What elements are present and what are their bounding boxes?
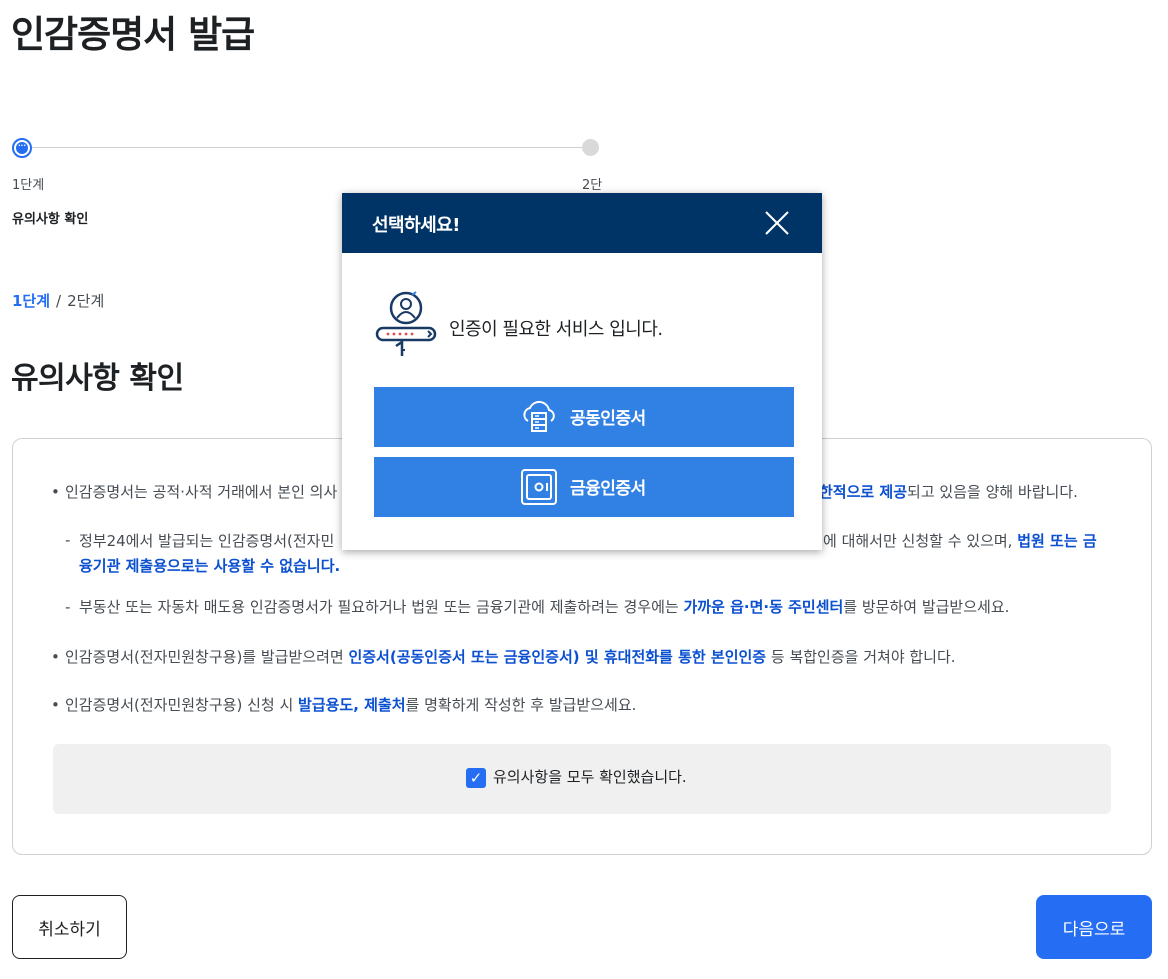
next-button[interactable]: 다음으로	[1036, 895, 1152, 959]
section-title: 유의사항 확인	[11, 361, 184, 396]
notice-text: 정부24에서 발급되는 인감증명서(전자민	[79, 532, 335, 550]
total-steps: 2단계	[67, 292, 105, 310]
ellipsis-icon: ···	[16, 142, 28, 154]
notice-text: 인감증명서(전자민원창구용) 신청 시	[65, 696, 299, 714]
notice-text: 되고 있음을 양해 바랍니다.	[907, 483, 1078, 501]
notice-item-1: 인감증명서는 공적·사적 거래에서 본인 의사	[65, 479, 337, 505]
notice-highlight: 인증서(공동인증서 또는 금융인증서) 및 휴대전화를 통한 본인인증	[348, 648, 767, 666]
modal-title: 선택하세요!	[372, 215, 461, 236]
joint-certificate-label: 공동인증서	[570, 409, 646, 429]
notice-item-5: 인감증명서(전자민원창구용) 신청 시 발급용도, 제출처를 명확하게 작성한 …	[65, 692, 636, 718]
modal-header: 선택하세요!	[342, 193, 822, 253]
notice-dash: -	[65, 531, 71, 549]
cloud-server-icon	[519, 397, 559, 437]
stepper-line	[32, 147, 594, 148]
confirm-area: ✓ 유의사항을 모두 확인했습니다.	[53, 744, 1111, 814]
notice-bullet: •	[51, 483, 60, 501]
step-separator: /	[56, 292, 62, 310]
notice-text: 등 복합인증을 거쳐야 합니다.	[766, 648, 956, 666]
notice-text: 를 명확하게 작성한 후 발급받으세요.	[405, 696, 637, 714]
financial-certificate-label: 금융인증서	[570, 479, 646, 499]
step-1-name: 유의사항 확인	[12, 212, 89, 227]
financial-certificate-button[interactable]: 금융인증서	[374, 457, 794, 517]
notice-item-2-continued: 에 대해서만 신청할 수 있으며, 법원 또는 금	[823, 528, 1097, 554]
user-authentication-icon	[374, 288, 438, 360]
confirm-checkbox[interactable]: ✓	[466, 768, 486, 788]
close-icon[interactable]	[760, 206, 794, 240]
step-1-indicator: ···	[12, 138, 32, 158]
step-2-indicator	[582, 139, 599, 156]
notice-highlight: 융기관 제출용으로는 사용할 수 없습니다.	[79, 557, 341, 575]
step-1-number: 1단계	[12, 178, 45, 193]
notice-bullet: •	[51, 696, 60, 714]
notice-text: 인감증명서는 공적·사적 거래에서 본인 의사	[65, 483, 338, 501]
notice-text: 인감증명서(전자민원창구용)를 발급받으려면	[65, 648, 349, 666]
modal-message: 인증이 필요한 서비스 입니다.	[449, 319, 663, 340]
notice-highlight: 한적으로 제공	[819, 483, 908, 501]
notice-dash: -	[65, 598, 71, 616]
notice-item-2: 정부24에서 발급되는 인감증명서(전자민	[79, 528, 334, 554]
notice-bullet: •	[51, 648, 60, 666]
notice-item-3: 부동산 또는 자동차 매도용 인감증명서가 필요하거나 법원 또는 금융기관에 …	[79, 594, 1009, 620]
confirm-label[interactable]: 유의사항을 모두 확인했습니다.	[493, 766, 687, 787]
notice-text: 에 대해서만 신청할 수 있으며,	[823, 532, 1018, 550]
notice-item-2-line2: 융기관 제출용으로는 사용할 수 없습니다.	[79, 553, 340, 579]
notice-highlight: 가까운 읍·면·동 주민센터	[683, 598, 844, 616]
notice-text: 를 방문하여 발급받으세요.	[843, 598, 1010, 616]
notice-text: 부동산 또는 자동차 매도용 인감증명서가 필요하거나 법원 또는 금융기관에 …	[79, 598, 684, 616]
certificate-select-modal: 선택하세요! 인증이 필요한 서비스 입니다. 공동인증서 금융인증서	[342, 193, 822, 550]
notice-highlight: 법원 또는 금	[1017, 532, 1097, 550]
step-indicator: 1단계 / 2단계	[12, 290, 104, 311]
current-step: 1단계	[12, 292, 51, 310]
cancel-button[interactable]: 취소하기	[12, 895, 127, 959]
safe-icon	[519, 467, 559, 507]
notice-item-4: 인감증명서(전자민원창구용)를 발급받으려면 인증서(공동인증서 또는 금융인증…	[65, 644, 956, 670]
joint-certificate-button[interactable]: 공동인증서	[374, 387, 794, 447]
notice-item-1-continued: 한적으로 제공되고 있음을 양해 바랍니다.	[819, 479, 1078, 505]
notice-highlight: 발급용도, 제출처	[298, 696, 406, 714]
page-title: 인감증명서 발급	[11, 13, 255, 56]
